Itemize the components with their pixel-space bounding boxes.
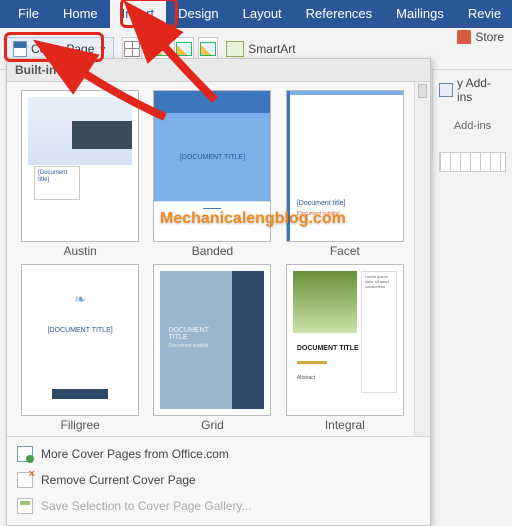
doc-subtitle-placeholder: Document subtitle	[168, 343, 226, 349]
table-icon[interactable]	[122, 37, 142, 61]
doc-title-placeholder: DOCUMENT TITLE	[297, 345, 359, 352]
tab-review[interactable]: Revie	[456, 0, 512, 28]
my-addins-label: y Add-ins	[457, 76, 506, 104]
dropdown-footer: More Cover Pages from Office.com Remove …	[7, 436, 430, 525]
template-facet[interactable]: [Document title] [Document subtitle] Fac…	[282, 90, 408, 258]
template-label: Facet	[330, 244, 360, 258]
online-picture-icon[interactable]	[174, 37, 194, 61]
remove-cover-page-label: Remove Current Cover Page	[41, 473, 196, 487]
ornament-icon: ❧	[74, 291, 86, 308]
addins-group-label: Add-ins	[439, 120, 506, 132]
template-grid[interactable]: DOCUMENT TITLE Document subtitle Grid	[149, 264, 275, 432]
shapes-icon[interactable]	[198, 37, 218, 61]
addins-icon	[439, 83, 453, 97]
template-label: Austin	[63, 244, 96, 258]
cover-page-gallery: [Document title] Austin [DOCUMENT TITLE]…	[7, 82, 414, 436]
table-group	[122, 37, 142, 61]
doc-subtitle-placeholder: Abstract	[297, 375, 315, 381]
doc-title-placeholder: DOCUMENT TITLE	[168, 327, 226, 341]
template-thumbnail: [DOCUMENT TITLE]	[153, 90, 271, 242]
template-austin[interactable]: [Document title] Austin	[17, 90, 143, 258]
doc-title-placeholder: [Document title]	[34, 166, 80, 200]
template-label: Banded	[192, 244, 233, 258]
template-thumbnail: [Document title] [Document subtitle]	[286, 90, 404, 242]
save-to-gallery-label: Save Selection to Cover Page Gallery...	[41, 499, 252, 513]
illustrations-group	[150, 37, 218, 61]
store-label: Store	[475, 30, 504, 44]
doc-title-placeholder: [Document title]	[297, 200, 393, 207]
tab-home[interactable]: Home	[51, 0, 110, 28]
template-filigree[interactable]: ❧ [DOCUMENT TITLE] Filigree	[17, 264, 143, 432]
cover-page-button[interactable]: Cover Page ▼	[6, 37, 114, 61]
tab-layout[interactable]: Layout	[231, 0, 294, 28]
cover-page-label: Cover Page	[31, 42, 94, 56]
more-cover-pages[interactable]: More Cover Pages from Office.com	[11, 441, 426, 467]
ribbon-tabbar: File Home Insert Design Layout Reference…	[0, 0, 512, 28]
remove-cover-page[interactable]: Remove Current Cover Page	[11, 467, 426, 493]
remove-icon	[17, 472, 33, 488]
tab-insert[interactable]: Insert	[110, 0, 167, 28]
smartart-label: SmartArt	[248, 42, 295, 56]
dropdown-section-header: Built-in	[7, 59, 430, 82]
doc-subtitle-placeholder: [Document subtitle]	[297, 211, 340, 217]
tab-file[interactable]: File	[6, 0, 51, 28]
tab-references[interactable]: References	[294, 0, 384, 28]
doc-title-placeholder: [DOCUMENT TITLE]	[154, 113, 270, 201]
my-addins-button[interactable]: y Add-ins	[439, 76, 506, 104]
save-icon	[17, 498, 33, 514]
office-cloud-icon	[17, 446, 33, 462]
save-to-gallery: Save Selection to Cover Page Gallery...	[11, 493, 426, 519]
store-icon	[457, 30, 471, 44]
smartart-button[interactable]: SmartArt	[226, 41, 295, 57]
template-thumbnail: Lorem ipsum dolor sit amet consectetur D…	[286, 264, 404, 416]
tab-mailings[interactable]: Mailings	[384, 0, 456, 28]
template-integral[interactable]: Lorem ipsum dolor sit amet consectetur D…	[282, 264, 408, 432]
store-button[interactable]: Store	[457, 30, 504, 44]
ruler	[439, 152, 506, 172]
addins-panel: y Add-ins Add-ins	[432, 70, 512, 160]
doc-title-placeholder: [DOCUMENT TITLE]	[22, 327, 138, 334]
chevron-down-icon: ▼	[98, 44, 107, 54]
picture-icon[interactable]	[150, 37, 170, 61]
cover-page-icon	[13, 41, 27, 57]
template-thumbnail: [Document title]	[21, 90, 139, 242]
template-thumbnail: ❧ [DOCUMENT TITLE]	[21, 264, 139, 416]
smartart-icon	[226, 41, 244, 57]
more-cover-pages-label: More Cover Pages from Office.com	[41, 447, 229, 461]
template-label: Filigree	[60, 418, 99, 432]
cover-page-dropdown: Built-in [Document title] Austin [DOCUME…	[6, 58, 431, 526]
gallery-scrollbar[interactable]	[414, 82, 430, 436]
template-label: Grid	[201, 418, 224, 432]
tab-design[interactable]: Design	[166, 0, 230, 28]
template-banded[interactable]: [DOCUMENT TITLE] Banded	[149, 90, 275, 258]
template-label: Integral	[325, 418, 365, 432]
template-thumbnail: DOCUMENT TITLE Document subtitle	[153, 264, 271, 416]
